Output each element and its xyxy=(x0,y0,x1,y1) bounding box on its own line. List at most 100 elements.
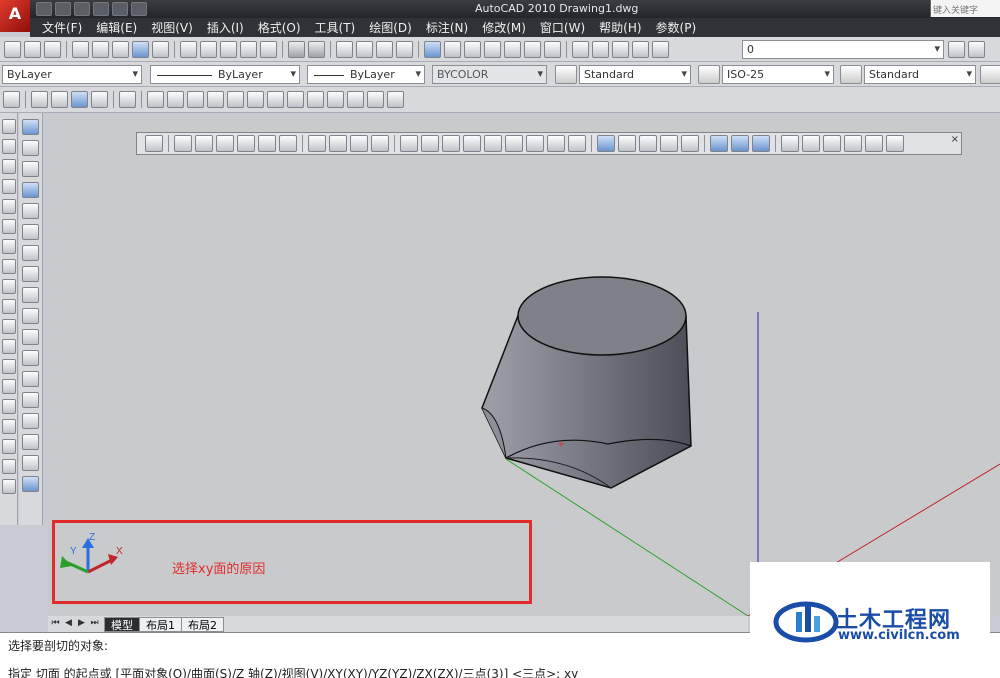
properties-icon[interactable] xyxy=(424,41,441,58)
view-bottom-icon[interactable] xyxy=(195,135,213,152)
subtract-tool-icon[interactable] xyxy=(731,135,749,152)
polyline-icon[interactable] xyxy=(1,159,16,174)
se-isometric-icon[interactable] xyxy=(329,135,347,152)
point-icon[interactable] xyxy=(1,379,16,394)
cut-icon[interactable] xyxy=(180,41,197,58)
scale-icon[interactable] xyxy=(22,287,39,303)
trim-icon[interactable] xyxy=(22,329,39,345)
pyramid-icon[interactable] xyxy=(526,135,544,152)
ucs-origin-icon[interactable] xyxy=(267,91,284,108)
erase-icon[interactable] xyxy=(22,140,39,156)
wedge-icon[interactable] xyxy=(421,135,439,152)
save-icon[interactable] xyxy=(44,41,61,58)
view-top-icon[interactable] xyxy=(174,135,192,152)
help-icon[interactable] xyxy=(544,41,561,58)
view-front-icon[interactable] xyxy=(258,135,276,152)
menu-edit[interactable]: 编辑(E) xyxy=(96,19,137,36)
menu-tools[interactable]: 工具(T) xyxy=(315,19,356,36)
zoom-window-icon[interactable] xyxy=(376,41,393,58)
menu-view[interactable]: 视图(V) xyxy=(151,19,193,36)
tool-palettes-icon[interactable] xyxy=(464,41,481,58)
redo-icon[interactable] xyxy=(308,41,325,58)
table-style-icon[interactable] xyxy=(840,65,862,84)
undo-icon[interactable] xyxy=(93,2,109,16)
planar-surface-icon[interactable] xyxy=(568,135,586,152)
3d-dwf-icon[interactable] xyxy=(132,41,149,58)
ucs-3point-icon[interactable] xyxy=(307,91,324,108)
multileader-style-icon[interactable] xyxy=(980,65,1000,84)
line-icon[interactable] xyxy=(1,119,16,134)
intersect-tool-icon[interactable] xyxy=(752,135,770,152)
3d-align-icon[interactable] xyxy=(865,135,883,152)
tab-model[interactable]: 模型 xyxy=(104,616,140,632)
3d-move-icon[interactable] xyxy=(823,135,841,152)
solid-edit-icon[interactable] xyxy=(22,476,39,492)
ucs-z-rotate-icon[interactable] xyxy=(367,91,384,108)
new-icon[interactable] xyxy=(4,41,21,58)
prev-tab-icon[interactable]: ◀ xyxy=(63,618,74,630)
pan-icon[interactable] xyxy=(336,41,353,58)
sheet-set-manager-icon[interactable] xyxy=(484,41,501,58)
hatch-icon[interactable] xyxy=(1,399,16,414)
print-preview-icon[interactable] xyxy=(92,41,109,58)
sheet-set-icon[interactable] xyxy=(152,41,169,58)
revolve-icon[interactable] xyxy=(660,135,678,152)
box-icon[interactable] xyxy=(400,135,418,152)
circle-icon[interactable] xyxy=(1,239,16,254)
rectangle-icon[interactable] xyxy=(1,199,16,214)
menu-format[interactable]: 格式(O) xyxy=(258,19,301,36)
union-tool-icon[interactable] xyxy=(710,135,728,152)
sphere-icon[interactable] xyxy=(463,135,481,152)
next-tab-icon[interactable]: ▶ xyxy=(76,618,87,630)
match-properties-icon[interactable] xyxy=(240,41,257,58)
realistic-icon[interactable] xyxy=(71,91,88,108)
view-back-icon[interactable] xyxy=(279,135,297,152)
layer-previous-icon[interactable] xyxy=(968,41,985,58)
plotstyle-dropdown[interactable]: BYCOLOR xyxy=(432,65,547,84)
visual-style-manager-icon[interactable] xyxy=(119,91,136,108)
2d-wireframe-icon[interactable] xyxy=(31,91,48,108)
union-icon[interactable] xyxy=(22,119,39,135)
extend-icon[interactable] xyxy=(22,350,39,366)
command-prompt-line[interactable]: 指定 切面 的起点或 [平面对象(O)/曲面(S)/Z 轴(Z)/视图(V)/X… xyxy=(8,665,578,678)
make-block-icon[interactable] xyxy=(1,359,16,374)
new-icon[interactable] xyxy=(36,2,52,16)
ucs-icon[interactable] xyxy=(147,91,164,108)
layer-dropdown[interactable]: 0 xyxy=(742,40,944,59)
tab-layout1[interactable]: 布局1 xyxy=(139,616,182,632)
text-style-icon[interactable] xyxy=(555,65,577,84)
design-center-icon[interactable] xyxy=(444,41,461,58)
menu-window[interactable]: 窗口(W) xyxy=(540,19,585,36)
copy-icon[interactable] xyxy=(200,41,217,58)
color-dropdown[interactable]: ByLayer xyxy=(2,65,142,84)
table-icon[interactable] xyxy=(1,459,16,474)
nw-isometric-icon[interactable] xyxy=(371,135,389,152)
menu-help[interactable]: 帮助(H) xyxy=(599,19,641,36)
fillet-icon[interactable] xyxy=(22,434,39,450)
helix-icon[interactable] xyxy=(547,135,565,152)
3d-hidden-icon[interactable] xyxy=(51,91,68,108)
ucs-y-rotate-icon[interactable] xyxy=(347,91,364,108)
rotate-icon[interactable] xyxy=(22,266,39,282)
close-icon[interactable]: × xyxy=(951,134,959,145)
dim-style-dropdown[interactable]: ISO-25 xyxy=(722,65,834,84)
copy-object-icon[interactable] xyxy=(22,161,39,177)
ucs-previous-icon[interactable] xyxy=(187,91,204,108)
layer-properties-icon[interactable] xyxy=(572,41,589,58)
menu-dimension[interactable]: 标注(N) xyxy=(426,19,468,36)
menu-insert[interactable]: 插入(I) xyxy=(207,19,244,36)
join-icon[interactable] xyxy=(22,392,39,408)
plot-icon[interactable] xyxy=(131,2,147,16)
redo-icon[interactable] xyxy=(112,2,128,16)
multiline-text-icon[interactable] xyxy=(1,479,16,494)
zoom-previous-icon[interactable] xyxy=(396,41,413,58)
array-icon[interactable] xyxy=(22,224,39,240)
3d-array-icon[interactable] xyxy=(886,135,904,152)
menu-modify[interactable]: 修改(M) xyxy=(482,19,526,36)
make-current-layer-icon[interactable] xyxy=(948,41,965,58)
ucs-x-rotate-icon[interactable] xyxy=(327,91,344,108)
print-icon[interactable] xyxy=(72,41,89,58)
polysolid-icon[interactable] xyxy=(145,135,163,152)
cylinder-icon[interactable] xyxy=(484,135,502,152)
dim-style-icon[interactable] xyxy=(698,65,720,84)
